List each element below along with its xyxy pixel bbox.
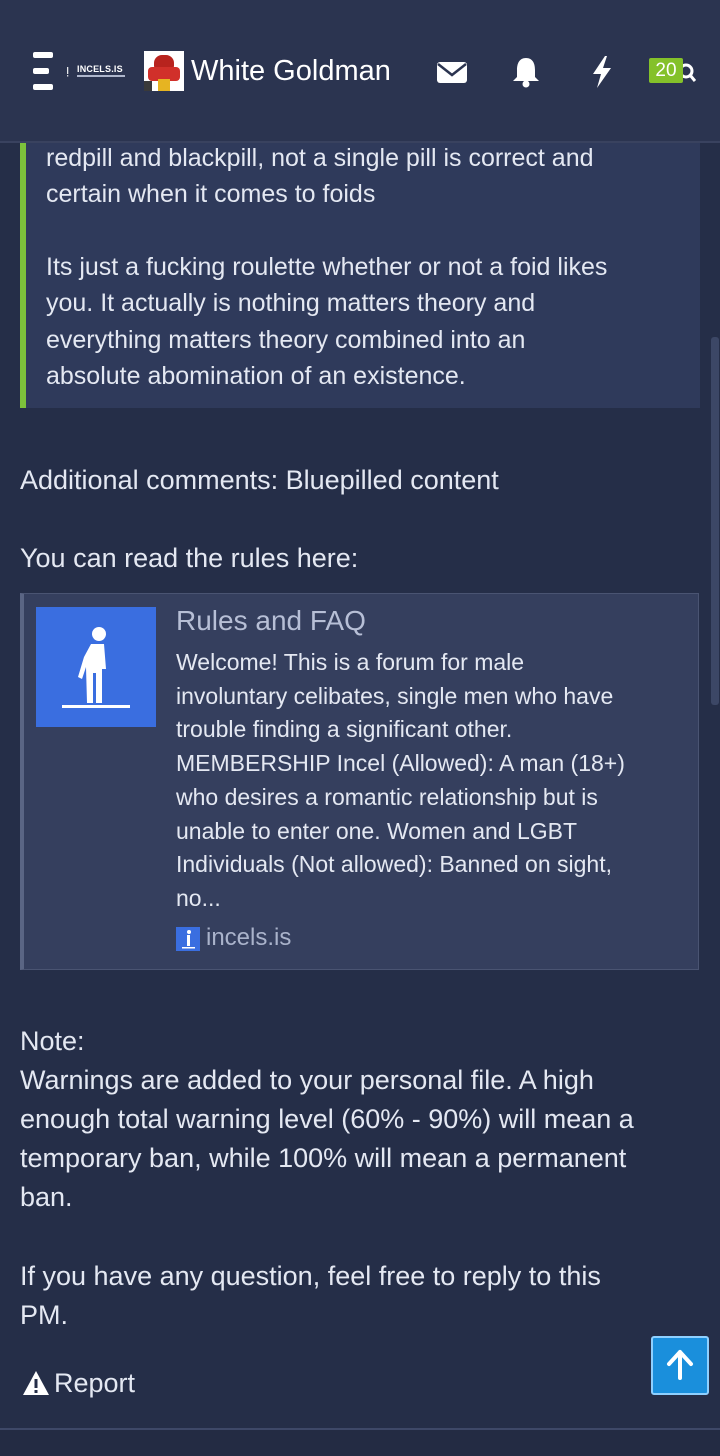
scroll-to-top-button[interactable] xyxy=(651,1336,709,1395)
note-text-line: temporary ban, while 100% will mean a pe… xyxy=(20,1143,627,1173)
link-preview-card[interactable]: Rules and FAQ Welcome! This is a forum f… xyxy=(20,593,699,970)
bolt-icon[interactable] xyxy=(584,54,620,90)
page-scrollbar[interactable] xyxy=(711,337,719,705)
question-text-line: PM. xyxy=(20,1300,69,1330)
note-text-line: enough total warning level (60% - 90%) w… xyxy=(20,1104,634,1134)
note-text-line: ban. xyxy=(20,1182,73,1212)
menu-icon[interactable] xyxy=(33,52,53,90)
username[interactable]: White Goldman xyxy=(191,52,391,90)
person-icon xyxy=(62,627,130,708)
logo-text: INCELS.IS xyxy=(77,64,123,74)
card-description: Welcome! This is a forum for male involu… xyxy=(176,646,686,916)
card-domain[interactable]: incels.is xyxy=(206,921,291,955)
quote-text-line: Its just a fucking roulette whether or n… xyxy=(46,253,608,281)
card-thumbnail xyxy=(36,607,156,727)
alerts-count-badge[interactable]: 20 xyxy=(649,58,683,83)
envelope-icon[interactable] xyxy=(434,54,470,90)
logo-icon: ᴉ xyxy=(66,63,70,77)
card-description-line: MEMBERSHIP Incel (Allowed): A man (18+) xyxy=(176,750,625,777)
quote-text-line: absolute abomination of an existence. xyxy=(46,362,466,390)
card-description-line: involuntary celibates, single men who ha… xyxy=(176,682,614,709)
rules-intro: You can read the rules here: xyxy=(20,543,359,573)
favicon-icon xyxy=(176,927,200,951)
bottom-area xyxy=(0,1430,720,1456)
card-description-line: Individuals (Not allowed): Banned on sig… xyxy=(176,851,612,878)
card-description-line: unable to enter one. Women and LGBT xyxy=(176,817,578,844)
quote-text-line: certain when it comes to foids xyxy=(46,180,376,208)
card-description-line: who desires a romantic relationship but … xyxy=(176,783,598,810)
card-description-line: trouble finding a significant other. xyxy=(176,716,513,743)
quoted-message: redpill and blackpill, not a single pill… xyxy=(20,143,700,408)
additional-comments: Additional comments: Bluepilled content xyxy=(20,465,499,495)
quote-text-line: redpill and blackpill, not a single pill… xyxy=(46,144,594,172)
card-title[interactable]: Rules and FAQ xyxy=(176,602,366,640)
logo-tagline-bar xyxy=(77,75,125,77)
report-label: Report xyxy=(54,1368,136,1398)
quote-text-line: everything matters theory combined into … xyxy=(46,326,526,354)
bell-icon[interactable] xyxy=(508,54,544,90)
card-description-line: no... xyxy=(176,884,221,911)
site-logo[interactable]: ᴉ INCELS.IS xyxy=(64,62,128,82)
note-label: Note: xyxy=(20,1026,85,1056)
quote-text-line: you. It actually is nothing matters theo… xyxy=(46,289,536,317)
avatar[interactable] xyxy=(144,51,184,91)
card-description-line: Welcome! This is a forum for male xyxy=(176,649,525,675)
top-navigation-bar: ᴉ INCELS.IS White Goldman 20 xyxy=(0,0,720,143)
warning-icon xyxy=(23,1371,49,1395)
note-text-line: Warnings are added to your personal file… xyxy=(20,1065,594,1095)
arrow-up-icon xyxy=(667,1350,693,1380)
question-text-line: If you have any question, feel free to r… xyxy=(20,1261,601,1291)
